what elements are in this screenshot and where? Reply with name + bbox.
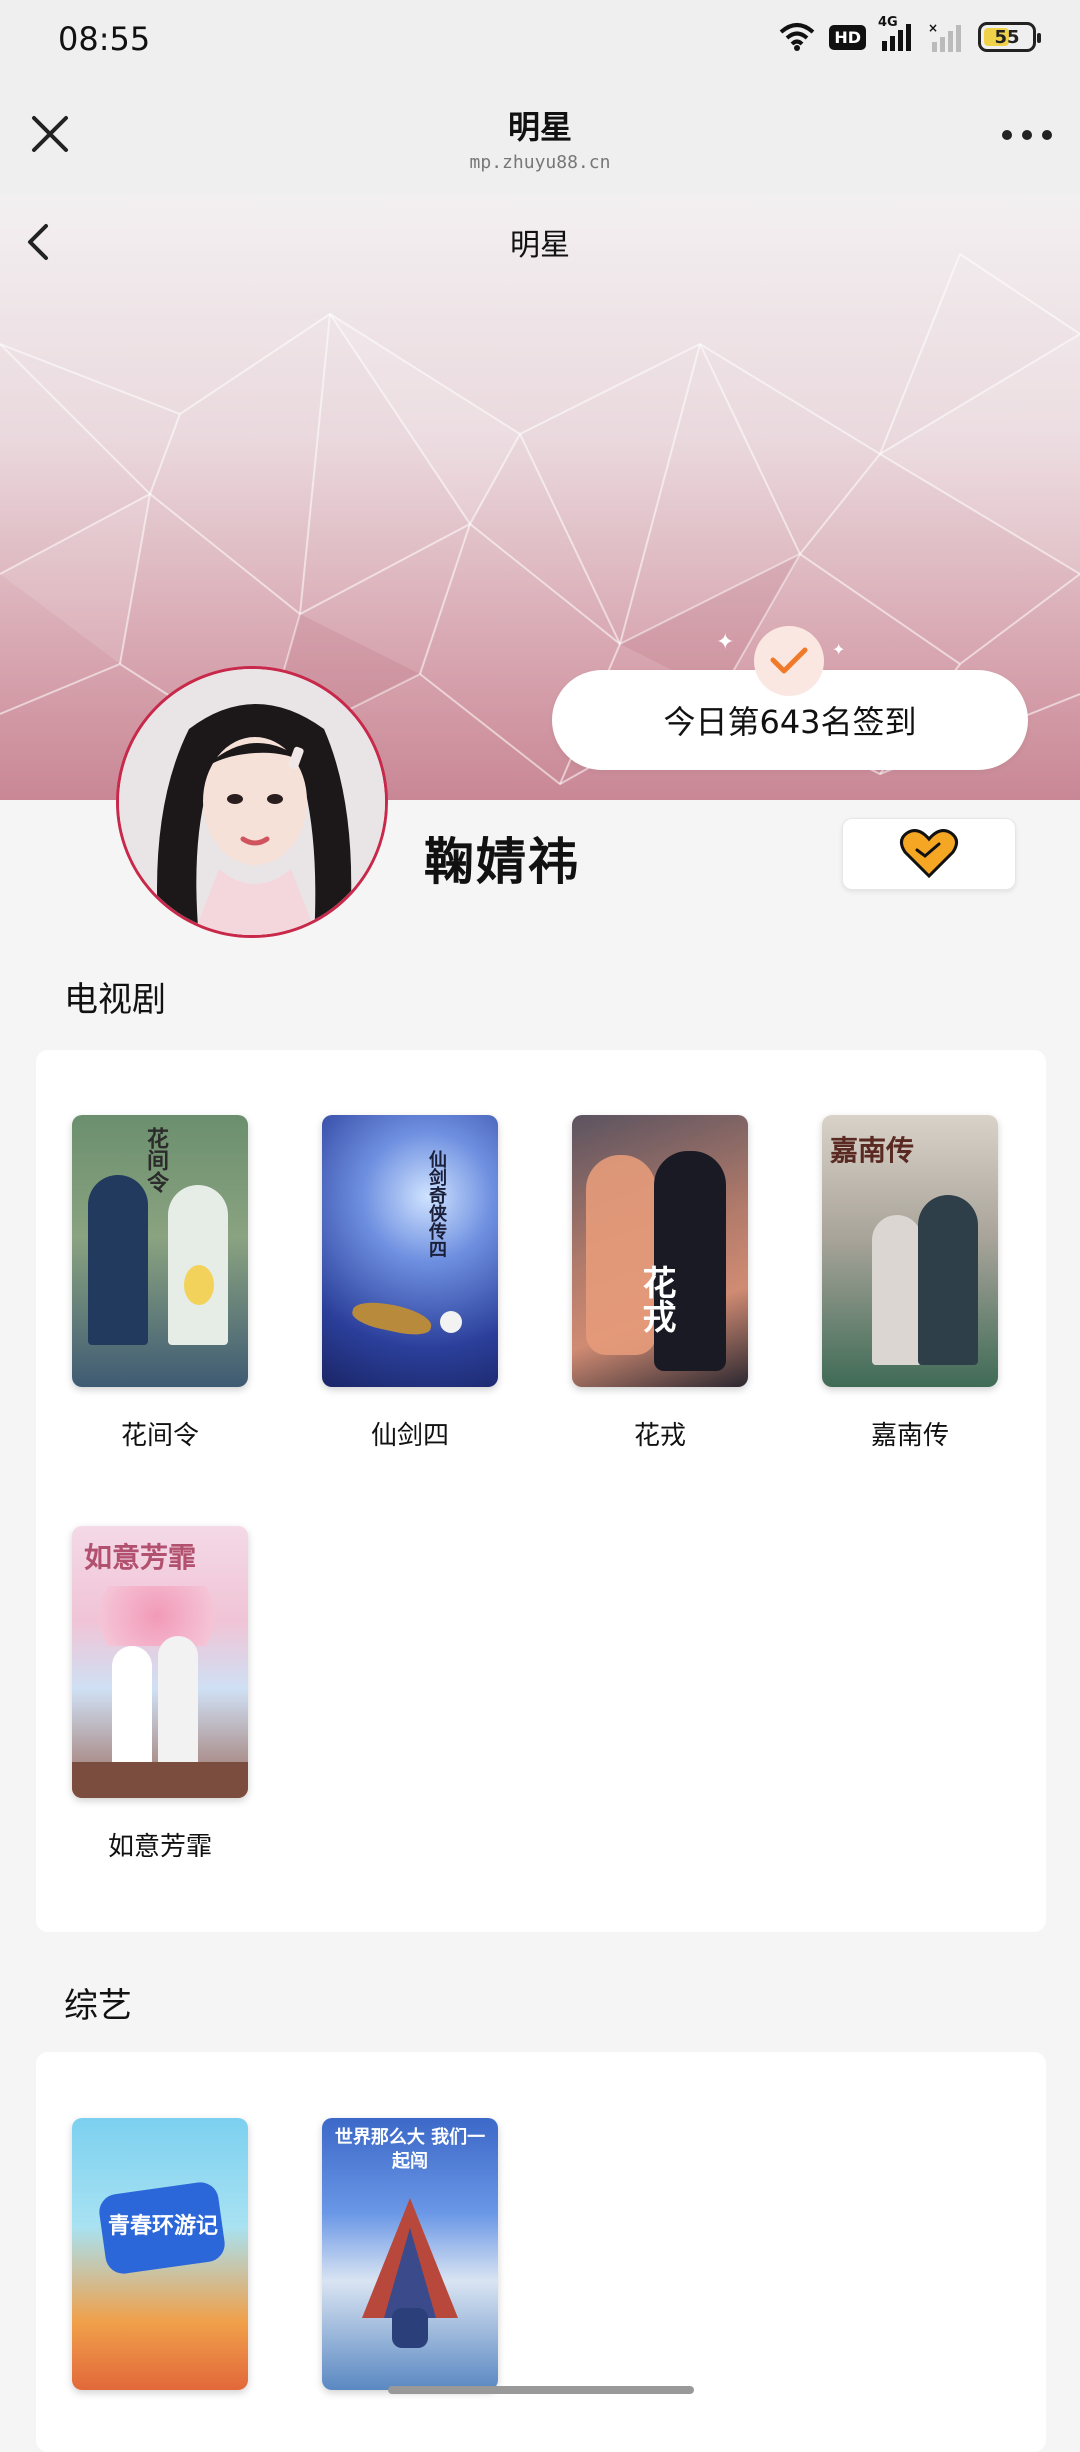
status-icons: HD 4G × 55 — [779, 15, 1041, 52]
poster-image[interactable]: 花戎 — [572, 1115, 748, 1387]
sparkle-icon: ✦ — [832, 640, 846, 659]
page-title: 明星 — [510, 228, 570, 263]
follow-button[interactable] — [842, 818, 1016, 890]
poster-image[interactable]: 花间令 — [72, 1115, 248, 1387]
list-item[interactable]: 青春环游记 — [72, 2118, 248, 2390]
mini-program-title: 明星 — [507, 108, 572, 146]
item-title: 花间令 — [120, 1421, 199, 1451]
poster-title: 青春环游记 — [108, 2213, 219, 2239]
list-item[interactable]: 花间令 花间令 — [72, 1115, 248, 1452]
item-title: 仙剑四 — [370, 1421, 449, 1451]
poster-image[interactable]: 嘉南传 — [822, 1115, 998, 1387]
item-title: 如意芳霏 — [107, 1832, 212, 1862]
poster-title: 世界那么大 我们一起闯 — [334, 2127, 486, 2172]
poster-title: 如意芳霏 — [84, 1541, 197, 1574]
status-bar: 08:55 HD 4G × 55 — [0, 0, 1080, 80]
item-title: 嘉南传 — [870, 1421, 949, 1451]
battery-level: 55 — [994, 26, 1020, 48]
poster-title: 花戎 — [636, 1265, 676, 1333]
sparkle-icon: ✦ — [716, 630, 735, 655]
section-title-tv: 电视剧 — [64, 980, 166, 1020]
signal-no-sim-icon: × — [928, 22, 961, 52]
home-indicator[interactable] — [388, 2386, 694, 2394]
battery-icon: 55 — [978, 22, 1041, 52]
checkmark-icon — [754, 626, 824, 696]
poster-title: 花间令 — [143, 1127, 169, 1193]
poster-image[interactable]: 世界那么大 我们一起闯 — [322, 2118, 498, 2390]
wifi-icon — [780, 23, 815, 51]
poster-image[interactable]: 青春环游记 — [72, 2118, 248, 2390]
list-item[interactable]: 花戎 花戎 — [572, 1115, 748, 1452]
tv-card: 花间令 花间令 仙剑奇侠传四 仙剑四 花戎 花戎 嘉南传 嘉南传 如意芳霏 如意… — [36, 1050, 1046, 1932]
star-name: 鞠婧祎 — [424, 833, 580, 891]
poster-image[interactable]: 如意芳霏 — [72, 1526, 248, 1798]
heart-icon — [900, 829, 958, 879]
svg-text:×: × — [928, 22, 938, 35]
list-item[interactable]: 世界那么大 我们一起闯 — [322, 2118, 498, 2390]
checkin-text: 今日第643名签到 — [663, 703, 917, 741]
mini-program-url: mp.zhuyu88.cn — [469, 152, 611, 173]
signal-4g-icon: 4G — [878, 15, 914, 51]
item-title: 花戎 — [633, 1421, 686, 1451]
hd-icon: HD — [829, 24, 866, 50]
poster-title: 嘉南传 — [830, 1134, 915, 1167]
poster-image[interactable]: 仙剑奇侠传四 — [322, 1115, 498, 1387]
mini-program-header: 明星 mp.zhuyu88.cn — [0, 80, 1080, 194]
network-label: 4G — [878, 15, 898, 30]
section-title-variety: 综艺 — [64, 1986, 132, 2026]
list-item[interactable]: 仙剑奇侠传四 仙剑四 — [322, 1115, 498, 1452]
poster-title: 仙剑奇侠传四 — [426, 1150, 447, 1258]
status-time: 08:55 — [58, 20, 151, 58]
list-item[interactable]: 嘉南传 嘉南传 — [822, 1115, 998, 1452]
more-icon[interactable] — [1002, 130, 1052, 140]
avatar[interactable] — [116, 666, 388, 938]
list-item[interactable]: 如意芳霏 如意芳霏 — [72, 1526, 248, 1863]
